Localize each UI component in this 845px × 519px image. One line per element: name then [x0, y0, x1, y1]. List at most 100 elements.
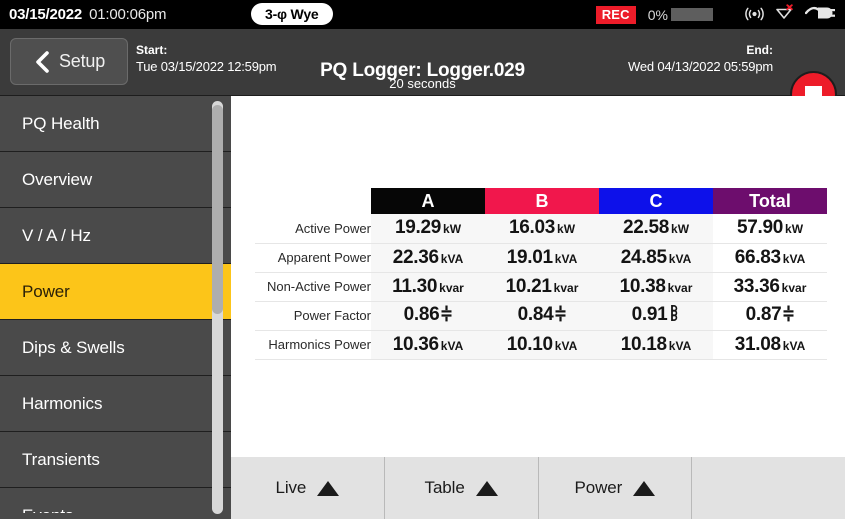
- table-cell: 33.36 kvar: [713, 272, 827, 302]
- status-bar-right: REC 0%: [595, 0, 845, 29]
- cell-value: 10.18: [620, 333, 667, 355]
- power-factor-load-symbol: [669, 304, 680, 327]
- bottom-button-live[interactable]: Live: [231, 457, 385, 519]
- triangle-up-icon: [633, 480, 656, 496]
- table-row: Non-Active Power 11.30 kvar 10.21 kvar 10.38 k…: [255, 272, 827, 302]
- cell-unit: kVA: [554, 251, 578, 266]
- cell-unit: kVA: [782, 251, 806, 266]
- session-duration: 20 seconds: [389, 76, 456, 91]
- table-cell: 10.21 kvar: [485, 272, 599, 302]
- table-row: Apparent Power 22.36 kVA 19.01 kVA 24.85 kVA 66…: [255, 243, 827, 273]
- bottom-button-label: Table: [424, 478, 465, 497]
- sidebar-item-label: Harmonics: [22, 393, 103, 413]
- wiring-config-label: 3-φ Wye: [265, 6, 319, 22]
- cell-value: 31.08: [734, 333, 781, 355]
- inductive-load-icon: [671, 305, 678, 322]
- cell-value: 0.84: [517, 304, 554, 326]
- power-factor-load-symbol: [441, 305, 452, 327]
- cell-value: 10.21: [505, 275, 552, 297]
- row-label: Active Power: [255, 214, 371, 244]
- cell-value: 11.30: [392, 275, 438, 297]
- battery-percent-label: 0%: [647, 6, 668, 23]
- column-header-c: C: [599, 188, 713, 214]
- cell-unit: kVA: [440, 338, 464, 353]
- cell-value: 0.87: [745, 304, 782, 326]
- cell-unit: kvar: [781, 280, 807, 295]
- signal-icon: [745, 4, 764, 26]
- table-cell: 22.58 kW: [599, 214, 713, 244]
- table-row: Harmonics Power 10.36 kVA 10.10 kVA 10.18 kVA 3…: [255, 330, 827, 360]
- cell-value: 22.36: [392, 246, 439, 268]
- cell-value: 66.83: [734, 246, 781, 268]
- cell-value: 22.58: [622, 217, 670, 239]
- table-cell: 0.84: [485, 301, 599, 331]
- table-cell: 19.29 kW: [371, 214, 485, 244]
- cell-value: 0.86: [403, 304, 440, 326]
- end-value: Wed 04/13/2022 05:59pm: [628, 59, 773, 74]
- cell-unit: kW: [557, 222, 576, 237]
- status-time: 01:00:06pm: [89, 6, 167, 23]
- row-label: Non-Active Power: [255, 272, 371, 302]
- table-cell: 0.87: [713, 301, 827, 331]
- sidebar-item-pq-health[interactable]: PQ Health: [0, 96, 231, 152]
- sidebar-item-dips-swells[interactable]: Dips & Swells: [0, 320, 231, 376]
- cell-value: 24.85: [620, 246, 667, 268]
- bottom-button-table[interactable]: Table: [384, 457, 539, 519]
- cell-value: 10.36: [392, 333, 439, 355]
- row-label: Power Factor: [255, 301, 371, 331]
- table-cell: 11.30 kvar: [371, 272, 485, 302]
- wiring-config-badge[interactable]: 3-φ Wye: [251, 3, 333, 25]
- sidebar-item-label: Power: [22, 281, 70, 301]
- power-table: A B C Total Active Power 19.29 kW 16.03 kW 22.58…: [255, 188, 827, 360]
- power-table-head: A B C Total: [255, 188, 827, 214]
- cell-value: 19.01: [506, 246, 553, 268]
- table-cell: 66.83 kVA: [713, 243, 827, 273]
- power-table-body: Active Power 19.29 kW 16.03 kW 22.58 kW 57.90 kW…: [255, 214, 827, 360]
- table-cell: 10.36 kVA: [371, 330, 485, 360]
- sidebar-item-label: Dips & Swells: [22, 337, 125, 357]
- bottom-button-power[interactable]: Power: [538, 457, 693, 519]
- table-cell: 31.08 kVA: [713, 330, 827, 360]
- table-cell: 0.86: [371, 301, 485, 331]
- triangle-up-icon: [475, 480, 498, 496]
- status-bar: 03/15/2022 01:00:06pm 3-φ Wye REC 0%: [0, 0, 845, 29]
- table-cell: 22.36 kVA: [371, 243, 485, 273]
- table-row: Power Factor 0.86 0.84 0.91 0.87: [255, 301, 827, 331]
- row-label: Apparent Power: [255, 243, 371, 273]
- capacitive-load-icon: [783, 305, 794, 322]
- power-table-header-row: A B C Total: [255, 188, 827, 214]
- header-spacer-cell: [255, 188, 371, 214]
- cell-unit: kVA: [440, 251, 464, 266]
- pq-logger-app: 03/15/2022 01:00:06pm 3-φ Wye REC 0% Set…: [0, 0, 845, 519]
- sidebar-item-overview[interactable]: Overview: [0, 152, 231, 208]
- recording-badge: REC: [595, 5, 636, 24]
- column-header-b: B: [485, 188, 599, 214]
- sidebar-scrollbar-thumb[interactable]: [212, 105, 223, 314]
- cell-unit: kW: [785, 222, 804, 237]
- sidebar-item-transients[interactable]: Transients: [0, 432, 231, 488]
- sidebar-item-v-a-hz[interactable]: V / A / Hz: [0, 208, 231, 264]
- sidebar-item-harmonics[interactable]: Harmonics: [0, 376, 231, 432]
- cell-unit: kVA: [668, 338, 692, 353]
- cell-unit: kVA: [668, 251, 692, 266]
- power-plug-icon: [804, 4, 837, 26]
- sidebar-nav: PQ Health Overview V / A / Hz Power Dips & S…: [0, 96, 231, 519]
- status-date: 03/15/2022: [9, 6, 83, 23]
- power-factor-load-symbol: [783, 305, 794, 327]
- cell-value: 33.36: [733, 275, 780, 297]
- power-factor-load-symbol: [555, 305, 566, 327]
- sidebar-item-power[interactable]: Power: [0, 264, 231, 320]
- sidebar-item-label: Transients: [22, 449, 100, 469]
- cell-unit: kW: [671, 222, 690, 237]
- triangle-up-icon: [317, 480, 340, 496]
- status-icon-group: [745, 3, 837, 26]
- cell-value: 57.90: [736, 217, 784, 239]
- table-cell: 57.90 kW: [713, 214, 827, 244]
- sidebar-item-label: V / A / Hz: [22, 225, 91, 245]
- capacitive-load-icon: [441, 305, 452, 322]
- main-content: A B C Total Active Power 19.29 kW 16.03 kW 22.58…: [231, 96, 845, 457]
- sidebar-bottom-filler: [0, 513, 231, 519]
- cell-value: 10.10: [506, 333, 553, 355]
- table-row: Active Power 19.29 kW 16.03 kW 22.58 kW 57.90 kW: [255, 214, 827, 244]
- power-table-wrapper: A B C Total Active Power 19.29 kW 16.03 kW 22.58…: [255, 188, 827, 360]
